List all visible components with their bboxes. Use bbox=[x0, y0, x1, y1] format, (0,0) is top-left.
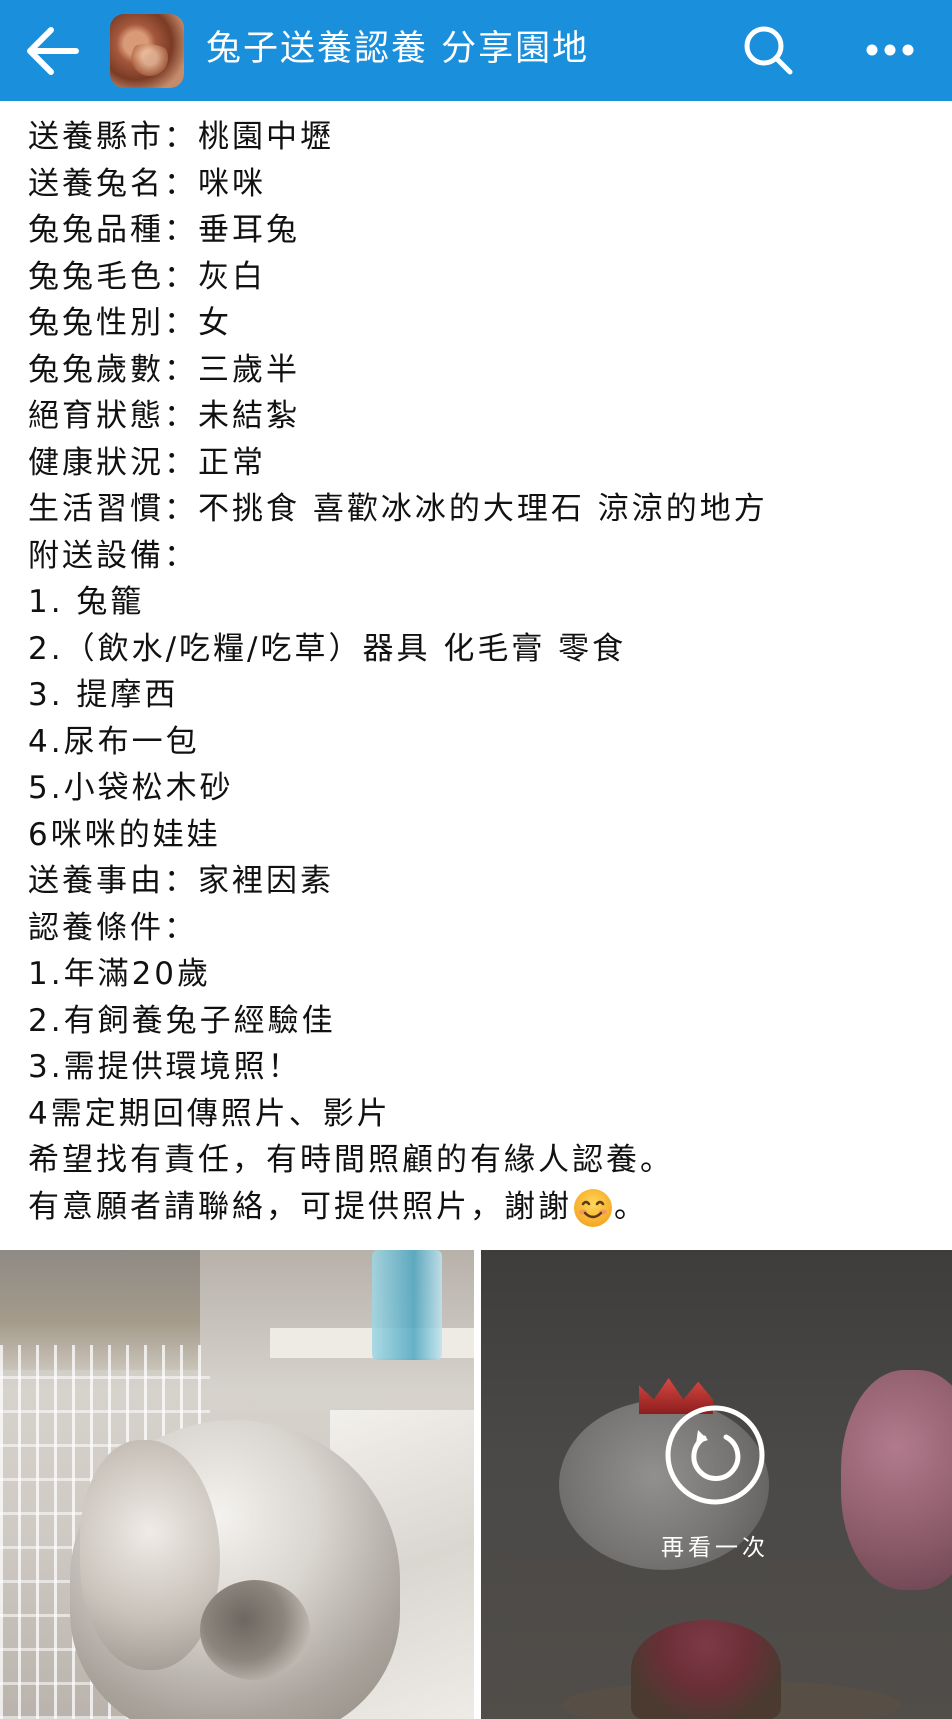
post-line: 附送設備： bbox=[28, 537, 198, 574]
group-title[interactable]: 兔子送養認養 分享園地 bbox=[206, 26, 589, 72]
post-line: 兔兔毛色：灰白 bbox=[28, 258, 266, 295]
post-line: 5.小袋松木砂 bbox=[28, 770, 234, 806]
post-line-suffix: 。 bbox=[614, 1188, 648, 1225]
post-line: 4.尿布一包 bbox=[28, 723, 200, 760]
plush-toy bbox=[841, 1370, 952, 1590]
search-icon[interactable] bbox=[742, 24, 794, 76]
post-line: 1. 兔籠 bbox=[28, 584, 145, 620]
birthday-cake bbox=[631, 1620, 781, 1719]
rabbit-face bbox=[200, 1580, 310, 1680]
post-line: 兔兔品種：垂耳兔 bbox=[28, 212, 300, 248]
post-line: 絕育狀態：未結紮 bbox=[28, 398, 300, 434]
post-line: 送養兔名：咪咪 bbox=[28, 165, 266, 202]
group-avatar[interactable] bbox=[110, 14, 184, 88]
post-line: 4需定期回傳照片、影片 bbox=[28, 1095, 391, 1132]
post-line: 6咪咪的娃娃 bbox=[28, 816, 221, 853]
post-line: 3. 提摩西 bbox=[28, 677, 179, 713]
post-line-text: 有意願者請聯絡，可提供照片，謝謝 bbox=[28, 1188, 572, 1225]
post-text: 送養縣市：桃園中壢 送養兔名：咪咪 兔兔品種：垂耳兔 兔兔毛色：灰白 兔兔性別：… bbox=[28, 114, 928, 1230]
water-bottle bbox=[372, 1250, 442, 1360]
arrow-left-icon[interactable] bbox=[24, 24, 82, 78]
post-line: 送養事由：家裡因素 bbox=[28, 863, 334, 899]
post-line-last: 有意願者請聯絡，可提供照片，謝謝 。 bbox=[28, 1184, 928, 1231]
replay-label[interactable]: 再看一次 bbox=[610, 1532, 820, 1564]
group-header-bar: 兔子送養認養 分享園地 bbox=[0, 0, 952, 101]
post-line: 生活習慣：不挑食 喜歡冰冰的大理石 涼涼的地方 bbox=[28, 491, 768, 527]
smiling-face-icon bbox=[574, 1189, 612, 1227]
post-line: 健康狀況：正常 bbox=[28, 444, 266, 481]
post-line: 認養條件： bbox=[28, 909, 198, 946]
post-line: 2.（飲水/吃糧/吃草）器具 化毛膏 零食 bbox=[28, 630, 627, 667]
more-horizontal-icon[interactable] bbox=[866, 36, 914, 64]
replay-icon[interactable] bbox=[664, 1404, 766, 1506]
post-line: 希望找有責任，有時間照顧的有緣人認養。 bbox=[28, 1142, 674, 1178]
rabbit-photo[interactable] bbox=[0, 1250, 474, 1719]
post-line: 1.年滿20歲 bbox=[28, 956, 212, 992]
post-media-grid bbox=[0, 1250, 952, 1719]
post-line: 3.需提供環境照！ bbox=[28, 1049, 302, 1085]
post-line: 兔兔性別：女 bbox=[28, 305, 232, 341]
post-line: 2.有飼養兔子經驗佳 bbox=[28, 1002, 336, 1039]
post-line: 送養縣市：桃園中壢 bbox=[28, 119, 334, 155]
post-line: 兔兔歲數：三歲半 bbox=[28, 351, 300, 388]
